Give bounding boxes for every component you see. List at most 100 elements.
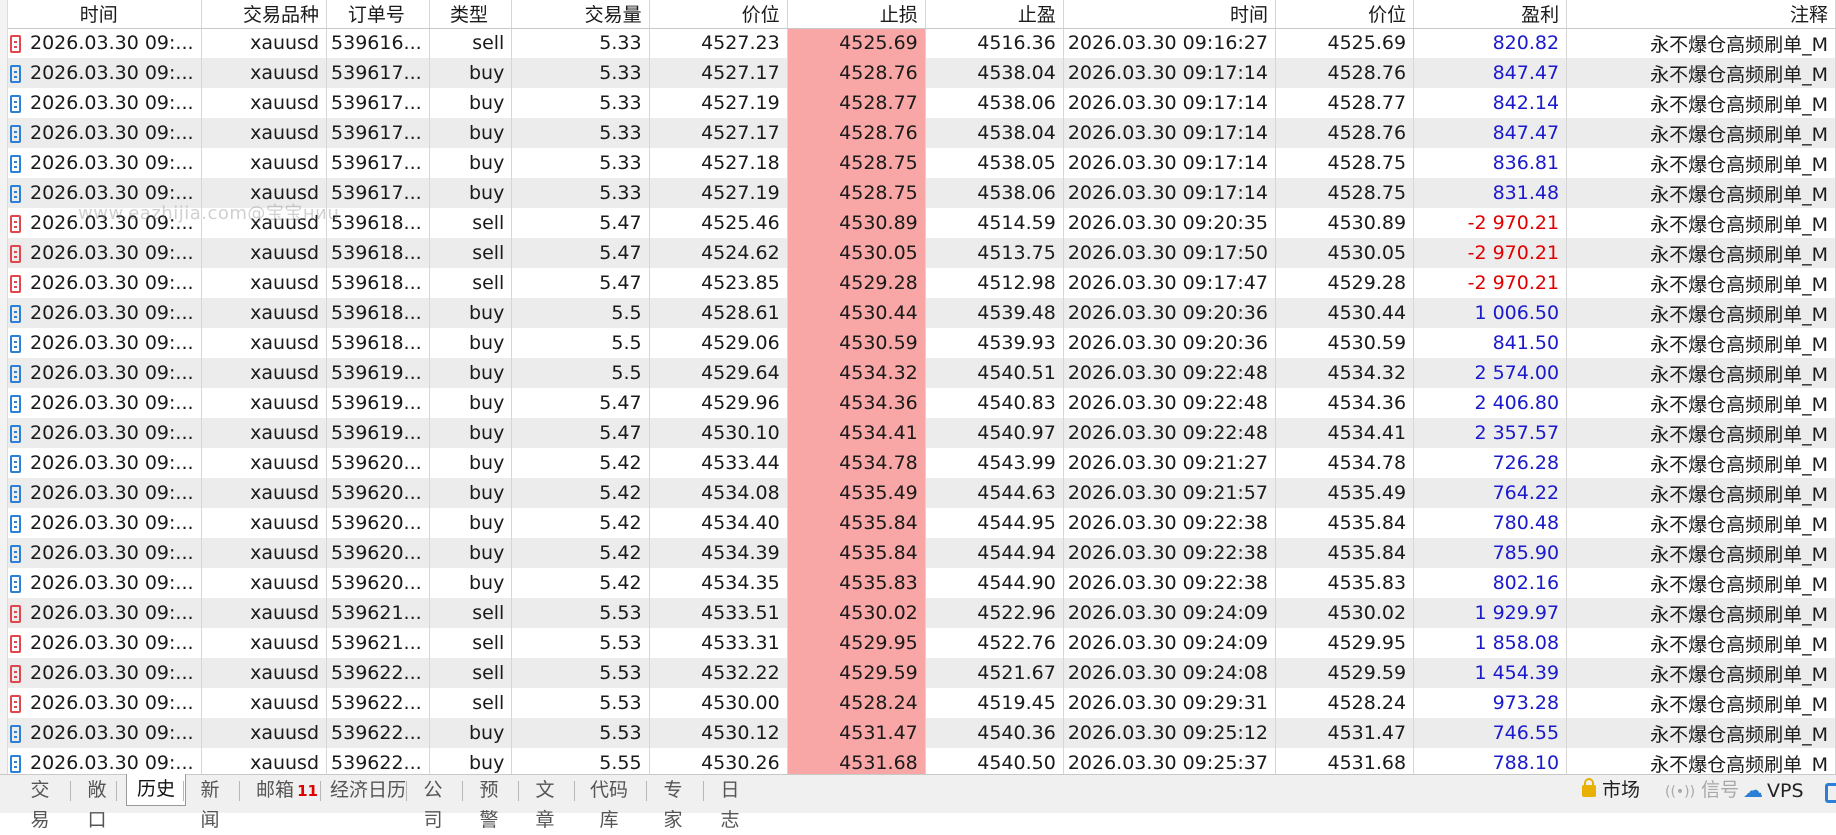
cell-price: 4529.06 (649, 328, 788, 358)
table-row[interactable]: 2026.03.30 09:... xauusd 539617... buy 5.33 4… (0, 58, 1836, 88)
cell-comment: 永不爆仓高频刷单_M (1566, 598, 1836, 628)
cell-time-text: 2026.03.30 09:... (30, 332, 194, 354)
col-header-type[interactable]: 类型 (429, 0, 513, 29)
table-row[interactable]: 2026.03.30 09:... xauusd 539620... buy 5.42 4… (0, 478, 1836, 508)
cell-symbol: xauusd (201, 748, 328, 774)
table-row[interactable]: 2026.03.30 09:... xauusd 539619... buy 5.47 4… (0, 388, 1836, 418)
table-row[interactable]: 2026.03.30 09:... xauusd 539617... buy 5.33 4… (0, 118, 1836, 148)
cell-profit: 2 574.00 (1413, 358, 1568, 388)
col-header-close-price[interactable]: 价位 (1275, 0, 1415, 29)
cell-profit-text: 726.28 (1492, 452, 1560, 474)
cell-type-text: buy (468, 572, 505, 594)
table-row[interactable]: 2026.03.30 09:... xauusd 539620... buy 5.42 4… (0, 568, 1836, 598)
cell-symbol: xauusd (201, 418, 328, 448)
table-row[interactable]: 2026.03.30 09:... xauusd 539621... sell 5.53… (0, 598, 1836, 628)
cell-price: 4530.10 (649, 418, 788, 448)
table-row[interactable]: 2026.03.30 09:... xauusd 539618... buy 5.5 45… (0, 328, 1836, 358)
cell-close-price: 4528.24 (1275, 688, 1415, 718)
cell-type-text: buy (468, 722, 505, 744)
table-row[interactable]: 2026.03.30 09:... xauusd 539618... sell 5.47… (0, 208, 1836, 238)
col-header-close-time[interactable]: 时间 (1063, 0, 1277, 29)
col-header-price[interactable]: 价位 (649, 0, 788, 29)
tab-7[interactable]: 预警 (472, 775, 506, 831)
cell-symbol-text: xauusd (250, 512, 320, 534)
cell-comment: 永不爆仓高频刷单_M (1566, 748, 1836, 774)
cell-price: 4527.18 (649, 148, 788, 178)
settings-status[interactable] (1825, 782, 1836, 812)
cell-time: 2026.03.30 09:... (0, 298, 202, 328)
tab-1[interactable]: 敞口 (80, 775, 114, 831)
tab-10[interactable]: 专家 (656, 775, 690, 831)
cell-volume: 5.53 (511, 688, 650, 718)
cell-symbol-text: xauusd (250, 482, 320, 504)
table-row[interactable]: 2026.03.30 09:... xauusd 539617... buy 5.33 4… (0, 148, 1836, 178)
table-row[interactable]: 2026.03.30 09:... xauusd 539620... buy 5.42 4… (0, 508, 1836, 538)
tab-4[interactable]: 邮箱 11 (249, 775, 325, 805)
signal-status[interactable]: ((•)) 信号 (1665, 775, 1739, 805)
cell-volume-text: 5.42 (599, 572, 642, 594)
sell-order-icon (10, 664, 21, 683)
col-header-comment[interactable]: 注释 (1566, 0, 1836, 29)
table-row[interactable]: 2026.03.30 09:... xauusd 539617... buy 5.33 4… (0, 178, 1836, 208)
cell-price-text: 4529.06 (701, 332, 780, 354)
table-row[interactable]: 2026.03.30 09:... xauusd 539621... sell 5.53… (0, 628, 1836, 658)
table-row[interactable]: 2026.03.30 09:... xauusd 539620... buy 5.42 4… (0, 448, 1836, 478)
cell-type-text: buy (468, 512, 505, 534)
table-row[interactable]: 2026.03.30 09:... xauusd 539618... sell 5.47… (0, 268, 1836, 298)
cell-close-price-text: 4535.84 (1327, 512, 1407, 534)
cell-takeprofit: 4538.04 (925, 58, 1064, 88)
col-header-symbol[interactable]: 交易品种 (201, 0, 328, 29)
cell-stoploss-text: 4528.76 (839, 122, 918, 144)
cell-profit: 764.22 (1413, 478, 1568, 508)
cell-volume: 5.33 (511, 148, 650, 178)
table-row[interactable]: 2026.03.30 09:... xauusd 539616... sell 5.33… (0, 28, 1836, 58)
tab-2[interactable]: 历史 (126, 774, 186, 806)
tab-separator (574, 781, 575, 801)
table-row[interactable]: 2026.03.30 09:... xauusd 539618... sell 5.47… (0, 238, 1836, 268)
tab-9[interactable]: 代码库 (584, 775, 634, 831)
vps-status[interactable]: ☁ VPS (1743, 775, 1804, 805)
col-header-order[interactable]: 订单号 (326, 0, 430, 29)
tab-5[interactable]: 经济日历 (330, 775, 406, 805)
col-header-stoploss[interactable]: 止损 (787, 0, 926, 29)
cell-stoploss-text: 4528.76 (839, 62, 918, 84)
cell-profit: 973.28 (1413, 688, 1568, 718)
tab-3[interactable]: 新闻 (193, 775, 227, 831)
cell-close-price: 4531.68 (1275, 748, 1415, 774)
table-row[interactable]: 2026.03.30 09:... xauusd 539619... buy 5.5 45… (0, 358, 1836, 388)
table-row[interactable]: 2026.03.30 09:... xauusd 539617... buy 5.33 4… (0, 88, 1836, 118)
cell-type: sell (429, 598, 513, 628)
col-header-profit[interactable]: 盈利 (1413, 0, 1568, 29)
table-row[interactable]: 2026.03.30 09:... xauusd 539622... sell 5.53… (0, 688, 1836, 718)
tab-6[interactable]: 公司 (416, 775, 450, 831)
cell-type: buy (429, 748, 513, 774)
cell-price: 4530.26 (649, 748, 788, 774)
tab-8[interactable]: 文章 (528, 775, 562, 831)
cell-order: 539618... (326, 268, 430, 298)
cell-type-text: buy (468, 302, 505, 324)
cell-type: sell (429, 268, 513, 298)
cell-takeprofit: 4540.50 (925, 748, 1064, 774)
col-header-takeprofit[interactable]: 止盈 (925, 0, 1064, 29)
col-header-time[interactable]: 时间 (0, 0, 202, 29)
cell-profit-text: 780.48 (1492, 512, 1560, 534)
cell-takeprofit-text: 4544.63 (977, 482, 1056, 504)
table-row[interactable]: 2026.03.30 09:... xauusd 539622... buy 5.55 4… (0, 748, 1836, 774)
table-row[interactable]: 2026.03.30 09:... xauusd 539620... buy 5.42 4… (0, 538, 1836, 568)
cell-symbol-text: xauusd (250, 212, 320, 234)
tab-11[interactable]: 日志 (713, 775, 747, 831)
col-header-volume[interactable]: 交易量 (511, 0, 650, 29)
cell-volume: 5.47 (511, 208, 650, 238)
market-status[interactable]: 市场 (1582, 775, 1640, 805)
buy-order-icon (10, 154, 21, 173)
table-row[interactable]: 2026.03.30 09:... xauusd 539619... buy 5.47 4… (0, 418, 1836, 448)
cell-stoploss: 4534.78 (787, 448, 926, 478)
table-row[interactable]: 2026.03.30 09:... xauusd 539622... buy 5.53 4… (0, 718, 1836, 748)
cell-order-text: 539618... (331, 272, 422, 294)
tab-0[interactable]: 交易 (22, 775, 58, 831)
table-row[interactable]: 2026.03.30 09:... xauusd 539622... sell 5.53… (0, 658, 1836, 688)
table-header: 时间 交易品种 订单号 类型 交易量 价位 止损 止盈 时间 价位 盈利 注释 (0, 0, 1836, 29)
cloud-icon: ☁ (1743, 778, 1763, 802)
table-row[interactable]: 2026.03.30 09:... xauusd 539618... buy 5.5 45… (0, 298, 1836, 328)
cell-profit: 847.47 (1413, 118, 1568, 148)
